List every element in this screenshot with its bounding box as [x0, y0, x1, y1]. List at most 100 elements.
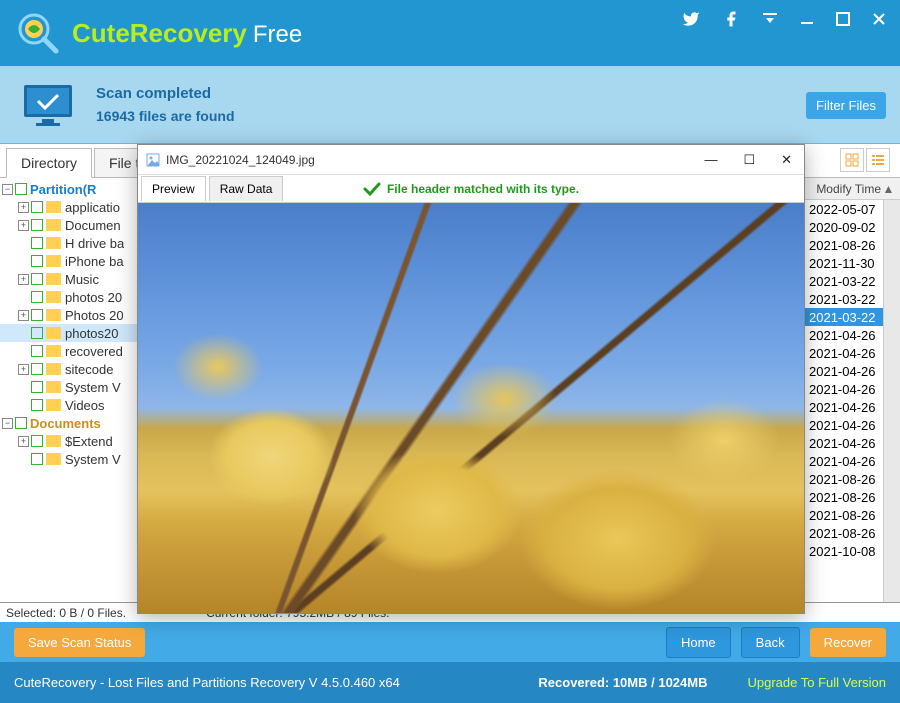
list-row[interactable]: 2021-08-26: [805, 524, 883, 542]
preview-close-icon[interactable]: ✕: [777, 152, 796, 168]
list-row[interactable]: 2021-03-22: [805, 272, 883, 290]
maximize-icon[interactable]: [836, 12, 850, 26]
tree-item-label: sitecode: [65, 362, 113, 377]
expand-icon[interactable]: +: [18, 220, 29, 231]
tree-checkbox[interactable]: [31, 201, 43, 213]
facebook-icon[interactable]: [722, 10, 740, 28]
bottom-bar: CuteRecovery - Lost Files and Partitions…: [0, 662, 900, 703]
filter-files-button[interactable]: Filter Files: [806, 92, 886, 119]
folder-icon: [46, 327, 61, 339]
tree-item-label: $Extend: [65, 434, 113, 449]
tree-checkbox[interactable]: [31, 219, 43, 231]
dropdown-icon[interactable]: [762, 11, 778, 27]
expand-icon[interactable]: +: [18, 310, 29, 321]
view-grid-icon[interactable]: [840, 148, 864, 172]
modify-time-cell: 2021-08-26: [809, 472, 883, 487]
list-row[interactable]: 2021-04-26: [805, 434, 883, 452]
modify-time-cell: 2021-10-08: [809, 544, 883, 559]
preview-titlebar[interactable]: IMG_20221024_124049.jpg — ☐ ✕: [138, 145, 804, 175]
list-row[interactable]: 2021-08-26: [805, 506, 883, 524]
tree-item-label: H drive ba: [65, 236, 124, 251]
view-list-icon[interactable]: [866, 148, 890, 172]
tree-checkbox[interactable]: [31, 291, 43, 303]
recover-button[interactable]: Recover: [810, 628, 886, 657]
monitor-icon: [20, 81, 76, 129]
scrollbar[interactable]: [883, 200, 900, 602]
tree-checkbox[interactable]: [15, 183, 27, 195]
expand-icon[interactable]: +: [18, 274, 29, 285]
list-row[interactable]: 2021-08-26: [805, 488, 883, 506]
tree-item-label: System V: [65, 380, 121, 395]
tree-item-label: System V: [65, 452, 121, 467]
folder-icon: [46, 309, 61, 321]
folder-icon: [46, 201, 61, 213]
list-row[interactable]: 2020-09-02: [805, 218, 883, 236]
expand-icon[interactable]: +: [18, 436, 29, 447]
tree-checkbox[interactable]: [31, 381, 43, 393]
list-row[interactable]: 2021-11-30: [805, 254, 883, 272]
list-row[interactable]: 2022-05-07: [805, 200, 883, 218]
list-row[interactable]: 2021-04-26: [805, 362, 883, 380]
preview-tabs: Preview Raw Data File header matched wit…: [138, 175, 804, 203]
expand-icon[interactable]: +: [18, 202, 29, 213]
modify-time-cell: 2021-04-26: [809, 346, 883, 361]
folder-icon: [46, 291, 61, 303]
list-row[interactable]: 2021-03-22: [805, 290, 883, 308]
expand-icon[interactable]: +: [18, 364, 29, 375]
twitter-icon[interactable]: [682, 10, 700, 28]
list-row[interactable]: 2021-04-26: [805, 398, 883, 416]
list-row[interactable]: 2021-10-08: [805, 542, 883, 560]
preview-maximize-icon[interactable]: ☐: [739, 152, 759, 168]
tree-checkbox[interactable]: [31, 345, 43, 357]
app-name: CuteRecovery: [72, 18, 247, 48]
tree-checkbox[interactable]: [15, 417, 27, 429]
tree-item-label: Videos: [65, 398, 105, 413]
close-icon[interactable]: [872, 12, 886, 26]
modify-time-cell: 2021-04-26: [809, 400, 883, 415]
tree-checkbox[interactable]: [31, 435, 43, 447]
back-button[interactable]: Back: [741, 627, 800, 658]
tree-checkbox[interactable]: [31, 399, 43, 411]
folder-icon: [46, 381, 61, 393]
tree-root-documents[interactable]: Documents: [30, 416, 101, 431]
tab-directory[interactable]: Directory: [6, 148, 92, 178]
tree-checkbox[interactable]: [31, 255, 43, 267]
home-button[interactable]: Home: [666, 627, 731, 658]
collapse-icon[interactable]: −: [2, 184, 13, 195]
modify-time-cell: 2021-08-26: [809, 508, 883, 523]
tree-root-partition[interactable]: Partition(R: [30, 182, 96, 197]
preview-tab-preview[interactable]: Preview: [141, 176, 206, 201]
modify-time-cell: 2021-04-26: [809, 382, 883, 397]
list-row[interactable]: 2021-04-26: [805, 326, 883, 344]
tree-item-label: photos 20: [65, 290, 122, 305]
scroll-up-icon[interactable]: ▲: [881, 182, 896, 196]
list-row[interactable]: 2021-03-22: [805, 308, 883, 326]
tree-checkbox[interactable]: [31, 363, 43, 375]
selected-info: Selected: 0 B / 0 Files.: [6, 606, 126, 620]
preview-tab-raw[interactable]: Raw Data: [209, 176, 284, 201]
save-scan-status-button[interactable]: Save Scan Status: [14, 628, 145, 657]
upgrade-link[interactable]: Upgrade To Full Version: [747, 675, 886, 690]
tree-checkbox[interactable]: [31, 309, 43, 321]
minimize-icon[interactable]: [800, 12, 814, 26]
tree-checkbox[interactable]: [31, 327, 43, 339]
modify-time-cell: 2021-08-26: [809, 526, 883, 541]
list-row[interactable]: 2021-04-26: [805, 452, 883, 470]
list-row[interactable]: 2021-08-26: [805, 236, 883, 254]
list-row[interactable]: 2021-04-26: [805, 380, 883, 398]
modify-time-cell: 2021-11-30: [809, 256, 883, 271]
status-title: Scan completed: [96, 85, 235, 102]
list-row[interactable]: 2021-08-26: [805, 470, 883, 488]
list-row[interactable]: 2021-04-26: [805, 416, 883, 434]
list-row[interactable]: 2021-04-26: [805, 344, 883, 362]
tree-checkbox[interactable]: [31, 237, 43, 249]
preview-minimize-icon[interactable]: —: [700, 152, 721, 168]
tree-item-label: recovered: [65, 344, 123, 359]
collapse-icon[interactable]: −: [2, 418, 13, 429]
tree-item-label: photos20: [65, 326, 119, 341]
folder-icon: [46, 273, 61, 285]
tree-checkbox[interactable]: [31, 273, 43, 285]
column-modify-time[interactable]: Modify Time: [810, 182, 881, 196]
modify-time-cell: 2021-03-22: [809, 274, 883, 289]
tree-checkbox[interactable]: [31, 453, 43, 465]
